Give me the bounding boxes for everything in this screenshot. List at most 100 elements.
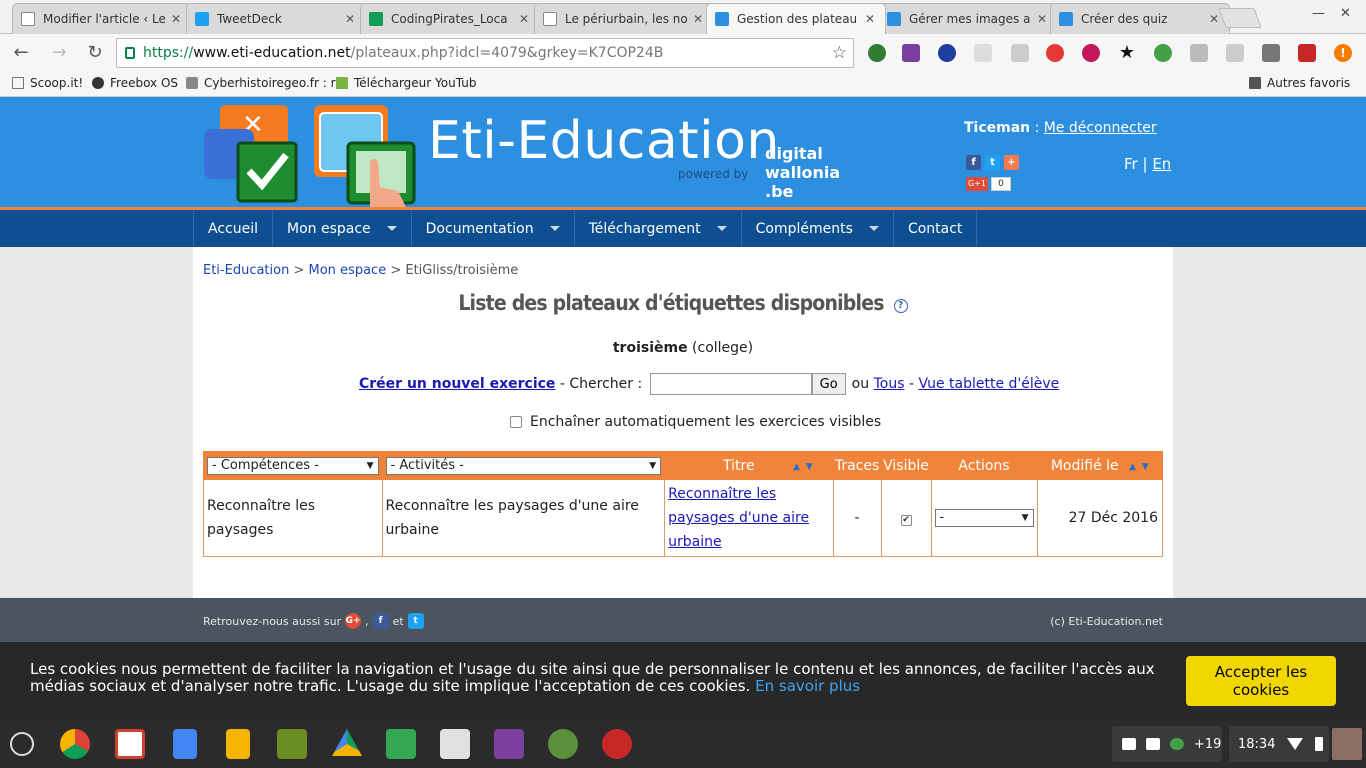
bookmark-item[interactable]: Scoop.it! xyxy=(12,76,83,90)
extension-icon[interactable] xyxy=(1190,44,1208,62)
star-extension-icon[interactable]: ★ xyxy=(1118,44,1136,62)
facebook-icon[interactable]: f xyxy=(966,155,981,170)
breadcrumb-space[interactable]: Mon espace xyxy=(309,263,387,278)
minimize-icon[interactable]: — xyxy=(1312,6,1325,21)
gplus-button[interactable]: G+1 xyxy=(966,177,988,191)
back-icon[interactable]: ← xyxy=(10,42,32,64)
competences-select[interactable]: - Compétences - ▼ xyxy=(207,456,379,475)
launcher-icon[interactable] xyxy=(10,732,34,756)
forward-icon[interactable]: → xyxy=(48,42,70,64)
close-window-icon[interactable]: ✕ xyxy=(1340,6,1351,21)
sort-asc-icon[interactable]: ▲ xyxy=(1129,462,1136,472)
bookmark-item[interactable]: Freebox OS xyxy=(92,76,178,90)
googleplus-icon[interactable]: G+ xyxy=(345,613,362,629)
close-icon[interactable]: ✕ xyxy=(169,12,183,26)
col-label: Modifié le xyxy=(1050,457,1119,474)
pencil-icon[interactable] xyxy=(1262,44,1280,62)
rss-icon[interactable] xyxy=(1011,44,1029,62)
tablet-view-link[interactable]: Vue tablette d'élève xyxy=(918,376,1059,392)
extension-icon[interactable] xyxy=(868,44,886,62)
drive-icon[interactable] xyxy=(332,729,362,756)
address-bar[interactable]: https://www.eti-education.net/plateaux.p… xyxy=(116,38,854,68)
status-tray[interactable]: 18:34 xyxy=(1229,726,1329,762)
bookmark-star-icon[interactable]: ☆ xyxy=(832,43,847,63)
app-icon[interactable] xyxy=(602,729,632,759)
browser-tab[interactable]: Créer des quiz ✕ xyxy=(1050,3,1230,34)
bookmark-item[interactable]: Cyberhistoiregeo.fr : r xyxy=(186,76,336,90)
activites-select[interactable]: - Activités - ▼ xyxy=(385,456,662,475)
browser-tab[interactable]: TweetDeck ✕ xyxy=(186,3,366,34)
create-exercise-link[interactable]: Créer un nouvel exercice xyxy=(359,376,555,392)
all-link[interactable]: Tous xyxy=(874,376,905,392)
browser-tab[interactable]: Gérer mes images a ✕ xyxy=(878,3,1058,34)
close-icon[interactable]: ✕ xyxy=(863,12,877,26)
other-bookmarks[interactable]: Autres favoris xyxy=(1249,76,1350,90)
avatar[interactable] xyxy=(1332,728,1362,760)
extension-icon[interactable] xyxy=(1226,44,1244,62)
notification-tray[interactable]: +19 xyxy=(1112,726,1222,762)
sort-desc-icon[interactable]: ▼ xyxy=(1142,462,1149,472)
help-icon[interactable]: ? xyxy=(893,299,908,313)
extension-icon[interactable] xyxy=(974,44,992,62)
site-header: ✕ Eti-Education powered by digital wallo… xyxy=(0,97,1366,210)
reload-icon[interactable]: ↻ xyxy=(84,42,106,64)
gmail-icon[interactable] xyxy=(115,729,145,759)
nav-contact[interactable]: Contact xyxy=(894,210,978,247)
breadcrumb-home[interactable]: Eti-Education xyxy=(203,263,289,278)
app-icon[interactable] xyxy=(277,729,307,759)
bookmark-label: Scoop.it! xyxy=(30,76,84,90)
feedly-icon[interactable] xyxy=(386,729,416,759)
lang-fr[interactable]: Fr xyxy=(1124,155,1138,173)
new-tab-button[interactable] xyxy=(1218,8,1262,28)
extension-icon[interactable] xyxy=(1298,44,1316,62)
turtle-icon[interactable] xyxy=(548,729,578,759)
plus-share-icon[interactable]: + xyxy=(1004,155,1019,170)
browser-tab[interactable]: Le périurbain, les no ✕ xyxy=(534,3,714,34)
close-icon[interactable]: ✕ xyxy=(517,12,531,26)
docs-icon[interactable] xyxy=(173,729,197,759)
user-separator: : xyxy=(1030,120,1044,136)
digital-wallonia-logo[interactable]: digital wallonia .be xyxy=(765,144,840,201)
visible-checkbox[interactable]: ✔ xyxy=(900,515,912,526)
lang-separator: | xyxy=(1137,155,1153,173)
nav-telechargement[interactable]: Téléchargement xyxy=(575,210,742,247)
lang-en[interactable]: En xyxy=(1152,155,1171,173)
nav-documentation[interactable]: Documentation xyxy=(412,210,575,247)
nav-accueil[interactable]: Accueil xyxy=(194,210,273,247)
sort-asc-icon[interactable]: ▲ xyxy=(793,462,800,472)
twitter-icon[interactable]: t xyxy=(985,155,1000,170)
alert-icon[interactable]: ! xyxy=(1334,44,1352,62)
sort-desc-icon[interactable]: ▼ xyxy=(806,462,813,472)
onenote-icon[interactable] xyxy=(494,729,524,759)
dropdown-arrow-icon: ▼ xyxy=(1021,513,1029,523)
close-icon[interactable]: ✕ xyxy=(1035,12,1049,26)
turtle-icon[interactable] xyxy=(1154,44,1172,62)
actions-select[interactable]: - ▼ xyxy=(934,509,1034,527)
browser-tab-active[interactable]: Gestion des plateau ✕ xyxy=(706,3,886,34)
onenote-icon[interactable] xyxy=(902,44,920,62)
close-icon[interactable]: ✕ xyxy=(1207,12,1221,26)
bookmark-item[interactable]: Téléchargeur YouTub xyxy=(336,76,476,90)
go-button[interactable]: Go xyxy=(811,373,846,395)
browser-tab[interactable]: CodingPirates_Loca ✕ xyxy=(360,3,540,34)
play-store-icon[interactable] xyxy=(440,729,470,759)
nav-complements[interactable]: Compléments xyxy=(742,210,894,247)
chrome-icon[interactable] xyxy=(60,729,90,759)
page-icon xyxy=(543,12,557,26)
learn-more-link[interactable]: En savoir plus xyxy=(755,677,860,695)
twitter-icon[interactable]: t xyxy=(407,613,424,629)
facebook-icon[interactable]: f xyxy=(372,613,389,629)
search-input[interactable] xyxy=(649,373,812,395)
exercise-title-link[interactable]: Reconnaître les paysages d'une aire urba… xyxy=(668,486,809,550)
close-icon[interactable]: ✕ xyxy=(691,12,705,26)
extension-icon[interactable] xyxy=(1082,44,1100,62)
slides-icon[interactable] xyxy=(226,729,250,759)
chain-checkbox[interactable] xyxy=(510,416,522,428)
close-icon[interactable]: ✕ xyxy=(343,12,357,26)
browser-tab[interactable]: Modifier l'article ‹ Le ✕ xyxy=(12,3,192,34)
extension-icon[interactable] xyxy=(938,44,956,62)
logout-link[interactable]: Me déconnecter xyxy=(1044,120,1157,136)
nav-mon-espace[interactable]: Mon espace xyxy=(273,210,412,247)
accept-cookies-button[interactable]: Accepter les cookies xyxy=(1186,656,1336,706)
opera-icon[interactable] xyxy=(1046,44,1064,62)
